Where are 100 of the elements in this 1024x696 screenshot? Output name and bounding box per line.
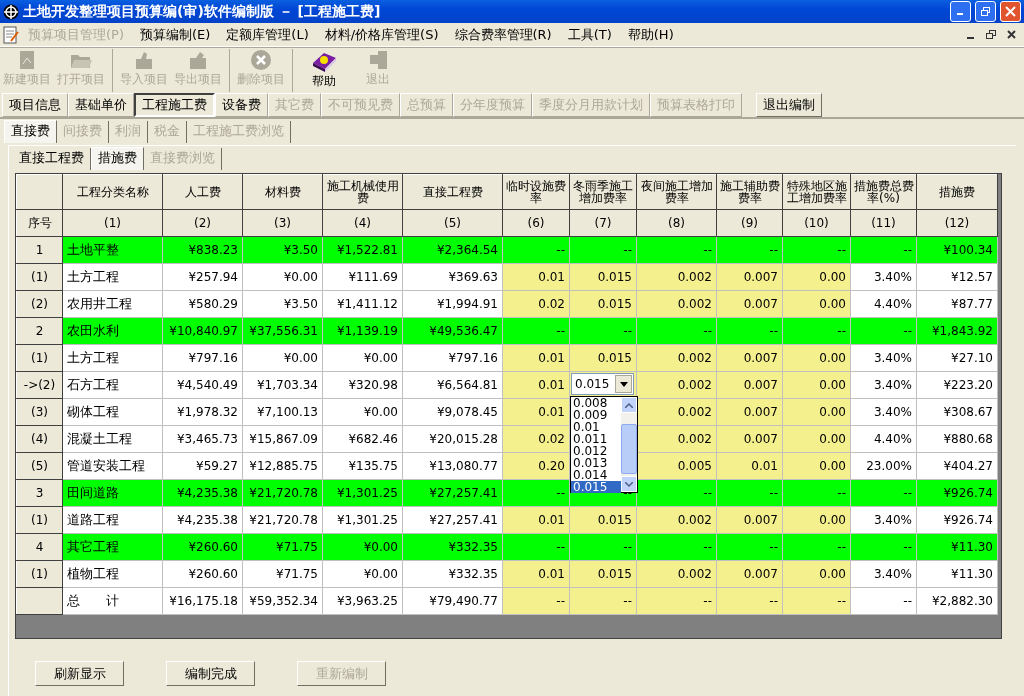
table-cell: 0.015 <box>569 560 637 588</box>
table-cell: ¥87.77 <box>916 290 998 318</box>
column-header: (10) <box>782 209 851 237</box>
table-cell: ¥100.34 <box>916 236 998 264</box>
dropdown-option[interactable]: 0.015 <box>571 481 621 493</box>
table-cell: 0.015 <box>569 290 637 318</box>
table-cell: ¥0.00 <box>322 533 403 561</box>
table-cell: ¥13,080.77 <box>402 452 503 480</box>
table-cell: ¥6,564.81 <box>402 371 503 399</box>
scroll-thumb[interactable] <box>621 424 637 474</box>
table-cell: ¥9,078.45 <box>402 398 503 426</box>
table-cell: -- <box>782 533 851 561</box>
action-button[interactable]: 编制完成 <box>166 661 255 686</box>
table-cell: ¥4,235.38 <box>162 506 243 534</box>
exit-edit-button[interactable]: 退出编制 <box>756 92 822 117</box>
table-cell: 0.01 <box>502 398 570 426</box>
restore-icon <box>980 6 991 17</box>
dropdown-option[interactable]: 0.01 <box>571 421 621 433</box>
table-cell: 0.00 <box>782 290 851 318</box>
dropdown-field[interactable]: 0.015 <box>571 373 634 395</box>
tab[interactable]: 措施费 <box>91 147 144 170</box>
table-cell: -- <box>850 236 917 264</box>
table-cell: ¥926.74 <box>916 479 998 507</box>
table-cell: ¥308.67 <box>916 398 998 426</box>
table-cell: 农用井工程 <box>62 290 163 318</box>
row-header: (1) <box>16 560 63 588</box>
table-cell: 0.00 <box>782 452 851 480</box>
table-cell: ¥0.00 <box>242 263 323 291</box>
table-cell: ¥12.57 <box>916 263 998 291</box>
header-cell <box>16 174 63 210</box>
nav-button[interactable]: 项目信息 <box>2 92 68 117</box>
door-icon <box>367 49 389 71</box>
table-cell: 3.40% <box>850 344 917 372</box>
menu-item[interactable]: 工具(T) <box>559 25 620 44</box>
table-cell: 0.002 <box>636 398 717 426</box>
table-cell: ¥2,364.54 <box>402 236 503 264</box>
table-cell: 植物工程 <box>62 560 163 588</box>
table-cell: -- <box>636 236 717 264</box>
column-header: 施工辅助费费率 <box>716 174 783 210</box>
column-header: (8) <box>636 209 717 237</box>
tab[interactable]: 直接费 <box>4 120 57 143</box>
dropdown-button[interactable] <box>615 375 632 393</box>
table-cell: 管道安装工程 <box>62 452 163 480</box>
column-header: (2) <box>162 209 243 237</box>
table-cell: -- <box>636 533 717 561</box>
table-cell: -- <box>636 479 717 507</box>
table-cell: 0.007 <box>716 263 783 291</box>
minimize-button[interactable] <box>950 1 971 22</box>
table-cell: ¥332.35 <box>402 560 503 588</box>
table-cell: ¥3,465.73 <box>162 425 243 453</box>
chevron-up-icon <box>625 402 633 408</box>
menu-item[interactable]: 综合费率管理(R) <box>446 25 560 44</box>
chevron-down-icon <box>625 481 633 487</box>
table-cell: ¥16,175.18 <box>162 587 243 615</box>
column-header: 施工机械使用费 <box>322 174 403 210</box>
table-cell: 0.002 <box>636 344 717 372</box>
column-header: (5) <box>402 209 503 237</box>
row-header: (1) <box>16 344 63 372</box>
table-cell: -- <box>782 479 851 507</box>
menu-item[interactable]: 预算编制(E) <box>132 25 219 44</box>
table-cell: ¥27,257.41 <box>402 506 503 534</box>
table-cell: ¥79,490.77 <box>402 587 503 615</box>
dropdown-option[interactable]: 0.014 <box>571 469 621 481</box>
row-header: (1) <box>16 506 63 534</box>
nav-button[interactable]: 工程施工费 <box>134 92 215 117</box>
dropdown-option[interactable]: 0.008 <box>571 397 621 409</box>
dropdown-option[interactable]: 0.013 <box>571 457 621 469</box>
menu-item[interactable]: 定额库管理(L) <box>218 25 317 44</box>
toolbar-button[interactable]: 帮助 <box>297 49 351 92</box>
restore-button[interactable] <box>975 1 996 22</box>
caret-icon <box>619 381 628 387</box>
column-header: 材料费 <box>242 174 323 210</box>
scroll-down-button[interactable] <box>621 476 637 492</box>
table-cell: -- <box>502 317 570 345</box>
nav-button[interactable]: 设备费 <box>215 92 268 117</box>
scroll-up-button[interactable] <box>621 397 637 413</box>
table-cell: 0.02 <box>502 425 570 453</box>
table-cell: ¥580.29 <box>162 290 243 318</box>
menu-item[interactable]: 帮助(H) <box>619 25 682 44</box>
table-cell: 土方工程 <box>62 263 163 291</box>
table-cell: 0.01 <box>502 506 570 534</box>
table-cell: ¥1,994.91 <box>402 290 503 318</box>
table-cell: ¥260.60 <box>162 560 243 588</box>
delete-icon <box>250 49 272 71</box>
column-header: 冬雨季施工增加费率 <box>569 174 637 210</box>
row-header: (2) <box>16 290 63 318</box>
action-button[interactable]: 刷新显示 <box>35 661 124 686</box>
close-button[interactable] <box>1000 1 1021 22</box>
dropdown-option[interactable]: 0.009 <box>571 409 621 421</box>
table-cell: -- <box>782 236 851 264</box>
column-header: 措施费 <box>916 174 998 210</box>
row-header: (1) <box>16 263 63 291</box>
dropdown-option[interactable]: 0.012 <box>571 445 621 457</box>
nav-button[interactable]: 基础单价 <box>68 92 134 117</box>
row-header: (4) <box>16 425 63 453</box>
dropdown-option[interactable]: 0.011 <box>571 433 621 445</box>
table-cell: 4.40% <box>850 425 917 453</box>
table-cell: ¥332.35 <box>402 533 503 561</box>
table-cell: 0.00 <box>782 560 851 588</box>
menu-item[interactable]: 材料/价格库管理(S) <box>316 25 447 44</box>
